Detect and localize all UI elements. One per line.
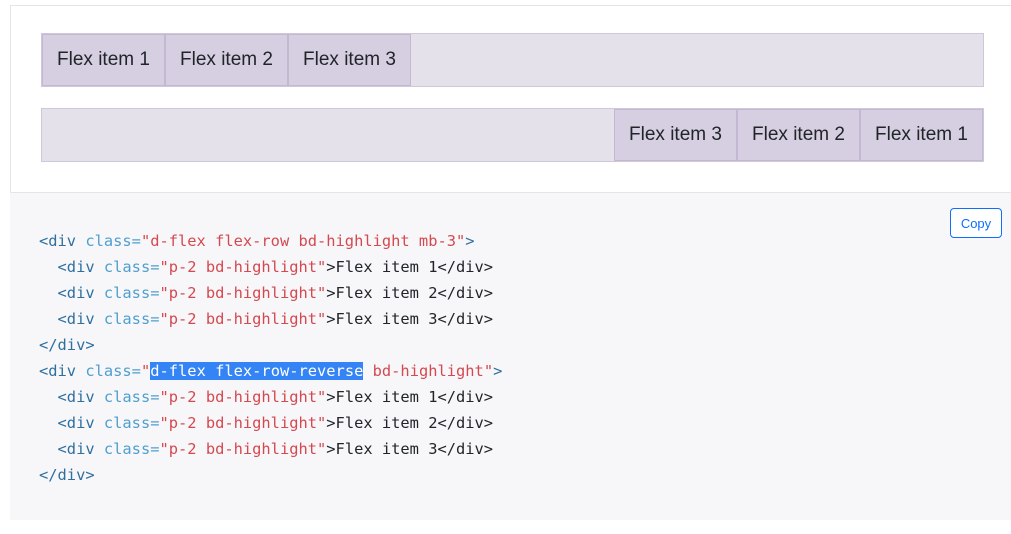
code-token: <div [39,232,77,250]
code-token: >Flex item 2</div> [326,414,494,432]
flex-item-1: Flex item 1 [860,109,983,161]
code-token: <div [39,284,95,302]
code-token: >Flex item 1</div> [326,258,494,276]
code-line-2: <div class="p-2 bd-highlight">Flex item … [39,254,502,280]
code-token: <div [39,388,95,406]
flex-item-3: Flex item 3 [614,109,737,161]
flex-item-1: Flex item 1 [42,34,165,86]
code-token: "p-2 bd-highlight" [159,414,327,432]
code-token: "p-2 bd-highlight" [159,284,327,302]
code-line-7: <div class="p-2 bd-highlight">Flex item … [39,384,502,410]
code-line-5: </div> [39,332,502,358]
example-preview: Flex item 1 Flex item 2 Flex item 3 Flex… [10,5,1011,193]
flex-item-2: Flex item 2 [737,109,860,161]
copy-button[interactable]: Copy [950,208,1002,238]
code-token: <div [39,362,77,380]
code-token: >Flex item 2</div> [326,284,494,302]
code-token: class= [94,258,160,276]
code-token: >Flex item 3</div> [326,310,494,328]
code-token: > [493,362,503,380]
code-token: class= [94,440,160,458]
code-token: class= [94,310,160,328]
code-token: class= [94,284,160,302]
code-token: class= [76,362,141,380]
code-token: "d-flex flex-row bd-highlight mb-3" [140,232,466,250]
code-token: <div [39,310,95,328]
code-token: >Flex item 1</div> [326,388,494,406]
code-token: class= [94,388,160,406]
flex-row-container: Flex item 1 Flex item 2 Flex item 3 [41,33,984,87]
code-line-9: <div class="p-2 bd-highlight">Flex item … [39,436,502,462]
code-token: <div [39,414,95,432]
code-token: "p-2 bd-highlight" [159,258,327,276]
code-line-3: <div class="p-2 bd-highlight">Flex item … [39,280,502,306]
flex-row-reverse-container: Flex item 1 Flex item 2 Flex item 3 [41,108,984,162]
code-token: class= [76,232,141,250]
code-line-10: </div> [39,462,502,488]
code-block[interactable]: <div class="d-flex flex-row bd-highlight… [39,228,502,488]
code-token: class= [94,414,160,432]
code-token: <div [39,258,95,276]
flex-item-2: Flex item 2 [165,34,288,86]
code-token: " [140,362,151,380]
code-token: "p-2 bd-highlight" [159,440,327,458]
code-token: "p-2 bd-highlight" [159,310,327,328]
selected-text: d-flex flex-row-reverse [150,362,364,380]
flex-item-3: Flex item 3 [288,34,411,86]
code-line-1: <div class="d-flex flex-row bd-highlight… [39,228,502,254]
code-token: <div [39,440,95,458]
code-token: "p-2 bd-highlight" [159,388,327,406]
code-line-6: <div class="d-flex flex-row-reverse bd-h… [39,358,502,384]
code-token: > [465,232,475,250]
code-token: </div> [39,466,95,484]
code-token: >Flex item 3</div> [326,440,494,458]
code-token: </div> [39,336,95,354]
code-line-4: <div class="p-2 bd-highlight">Flex item … [39,306,502,332]
code-snippet: Copy <div class="d-flex flex-row bd-high… [10,193,1011,520]
code-token: bd-highlight" [363,362,494,380]
code-line-8: <div class="p-2 bd-highlight">Flex item … [39,410,502,436]
